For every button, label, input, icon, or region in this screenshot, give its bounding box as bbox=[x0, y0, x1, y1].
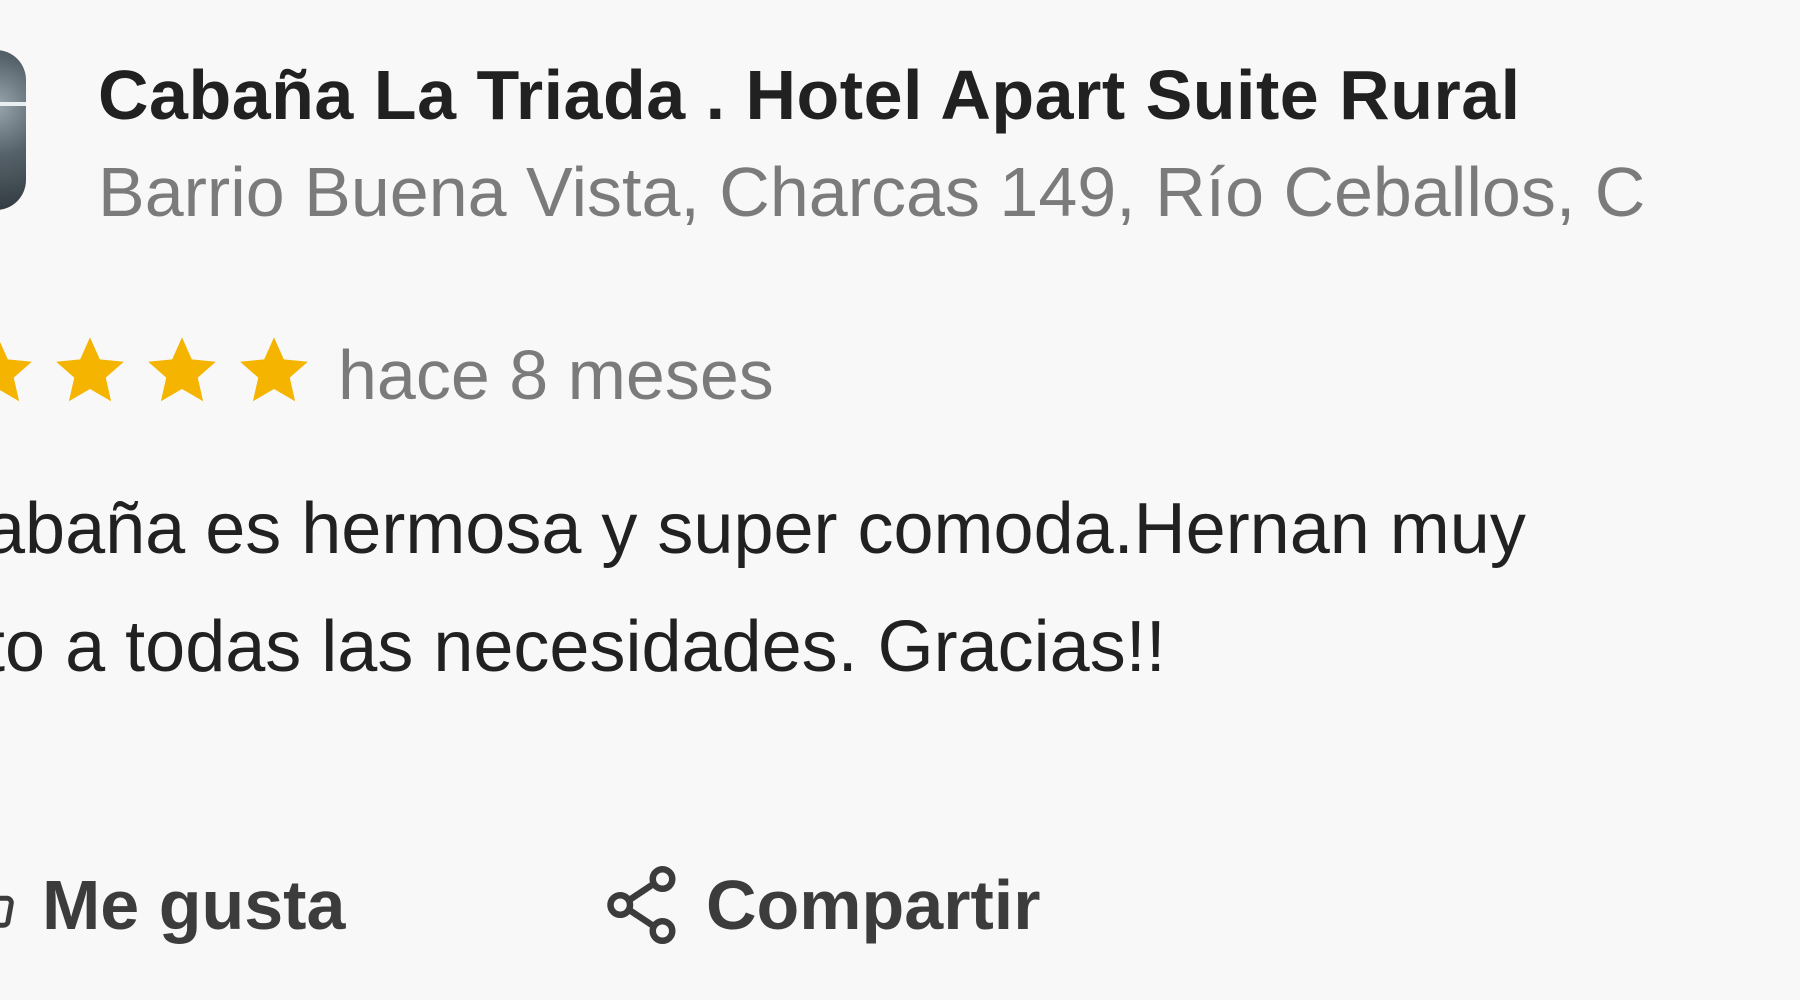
star-icon bbox=[148, 337, 216, 402]
review-time: hace 8 meses bbox=[338, 336, 774, 414]
review-card: Cabaña La Triada . Hotel Apart Suite Rur… bbox=[0, 0, 1800, 1000]
star-icon bbox=[240, 337, 308, 402]
thumb-up-icon bbox=[0, 895, 14, 928]
like-label: Me gusta bbox=[42, 866, 346, 944]
review-text: abaña es hermosa y super comoda.Hernan m… bbox=[0, 470, 1765, 706]
avatar-detail bbox=[0, 102, 26, 106]
star-icon bbox=[0, 341, 32, 402]
share-button[interactable]: Compartir bbox=[604, 855, 1040, 955]
star-icon bbox=[56, 337, 124, 402]
review-text-line: nto a todas las necesidades. Gracias!! bbox=[0, 607, 1166, 687]
share-label: Compartir bbox=[706, 866, 1041, 944]
place-avatar[interactable] bbox=[0, 50, 26, 210]
review-text-line: abaña es hermosa y super comoda.Hernan m… bbox=[0, 489, 1526, 569]
share-icon bbox=[607, 866, 676, 944]
place-address: Barrio Buena Vista, Charcas 149, Río Ceb… bbox=[98, 153, 1646, 231]
place-name[interactable]: Cabaña La Triada . Hotel Apart Suite Rur… bbox=[98, 55, 1521, 135]
review-actions: Me gusta Compartir bbox=[0, 855, 1800, 955]
like-button[interactable]: Me gusta bbox=[0, 855, 345, 955]
star-rating bbox=[0, 330, 317, 410]
